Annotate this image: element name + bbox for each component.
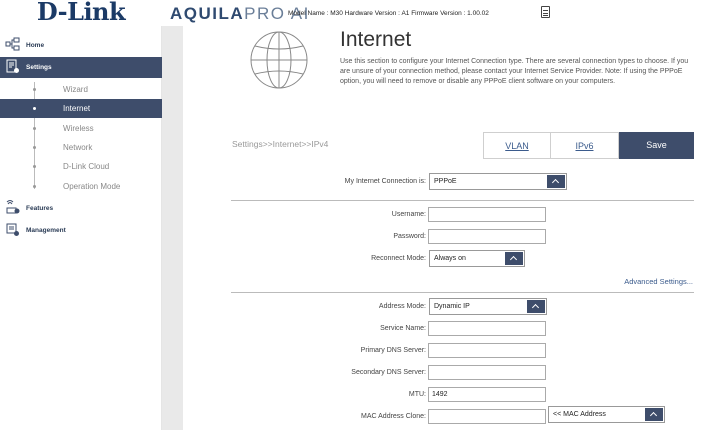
password-label: Password: (393, 233, 426, 240)
nav-home[interactable]: Home (0, 35, 162, 56)
ipv6-button[interactable]: IPv6 (551, 132, 619, 159)
document-icon[interactable] (541, 6, 550, 18)
nav-features-label: Features (26, 205, 54, 212)
bullet-icon (33, 146, 36, 149)
mtu-input[interactable]: 1492 (428, 387, 546, 402)
globe-icon (250, 31, 308, 89)
nav-dlink-cloud[interactable]: D-Link Cloud (0, 157, 162, 176)
nav-dlink-cloud-label: D-Link Cloud (63, 162, 110, 171)
address-mode-value: Dynamic IP (434, 303, 470, 310)
nav-wizard-label: Wizard (63, 85, 88, 94)
nav-settings-label: Settings (26, 64, 52, 71)
nav-wizard[interactable]: Wizard (0, 80, 162, 99)
chevron-up-icon (527, 300, 545, 313)
settings-icon (6, 59, 19, 73)
secondary-dns-label: Secondary DNS Server: (351, 369, 426, 376)
nav-internet[interactable]: Internet (0, 99, 162, 118)
nav-wireless[interactable]: Wireless (0, 119, 162, 138)
features-icon (6, 200, 20, 214)
username-label: Username: (391, 211, 426, 218)
save-button[interactable]: Save (619, 132, 694, 159)
chevron-up-icon (547, 175, 565, 188)
service-name-input[interactable] (428, 321, 546, 336)
bullet-icon (33, 107, 36, 110)
mac-clone-label: MAC Address Clone: (361, 413, 426, 420)
bullet-icon (33, 165, 36, 168)
connection-type-select[interactable]: PPPoE (429, 173, 567, 190)
page-title: Internet (340, 28, 412, 51)
mac-clone-input[interactable] (428, 409, 546, 424)
address-mode-select[interactable]: Dynamic IP (429, 298, 547, 315)
service-name-label: Service Name: (380, 325, 426, 332)
nav-management-label: Management (26, 227, 66, 234)
secondary-dns-input[interactable] (428, 365, 546, 380)
vlan-button[interactable]: VLAN (483, 132, 551, 159)
top-bar: D-Link AQUILAPRO AI Model Name : M30 Har… (0, 0, 701, 26)
mac-address-select-value: << MAC Address (553, 411, 606, 418)
nav-features[interactable]: Features (0, 198, 162, 219)
sidebar: Home Settings Wizard Internet Wireless N… (0, 26, 162, 430)
brand-bold: AQUILA (170, 4, 245, 23)
bullet-icon (33, 88, 36, 91)
connection-type-label: My Internet Connection is: (344, 178, 426, 185)
reconnect-mode-value: Always on (434, 255, 466, 262)
primary-dns-label: Primary DNS Server: (360, 347, 426, 354)
password-input[interactable] (428, 229, 546, 244)
nav-operation-mode-label: Operation Mode (63, 182, 121, 191)
nav-network-label: Network (63, 143, 93, 152)
chevron-up-icon (645, 408, 663, 421)
advanced-settings-link[interactable]: Advanced Settings... (624, 277, 693, 286)
nav-wireless-label: Wireless (63, 124, 94, 133)
breadcrumb: Settings>>Internet>>IPv4 (232, 139, 329, 149)
main-content: Internet Use this section to configure y… (183, 26, 701, 430)
nav-home-label: Home (26, 42, 45, 49)
management-icon (6, 223, 19, 236)
connection-type-value: PPPoE (434, 178, 457, 185)
username-input[interactable] (428, 207, 546, 222)
divider (231, 292, 694, 293)
nav-management[interactable]: Management (0, 220, 162, 241)
chevron-up-icon (505, 252, 523, 265)
divider (231, 200, 694, 201)
reconnect-mode-select[interactable]: Always on (429, 250, 525, 267)
nav-settings[interactable]: Settings (0, 57, 162, 78)
primary-dns-input[interactable] (428, 343, 546, 358)
reconnect-mode-label: Reconnect Mode: (371, 255, 426, 262)
mac-address-select[interactable]: << MAC Address (548, 406, 665, 423)
dlink-logo: D-Link (0, 0, 162, 26)
content-margin-band (162, 26, 183, 430)
address-mode-label: Address Mode: (378, 303, 426, 310)
nav-internet-label: Internet (63, 104, 91, 113)
nav-network[interactable]: Network (0, 138, 162, 157)
mtu-label: MTU: (408, 391, 426, 398)
nav-operation-mode[interactable]: Operation Mode (0, 177, 162, 196)
bullet-icon (33, 185, 36, 188)
home-network-icon (5, 37, 20, 51)
page-description: Use this section to configure your Inter… (340, 58, 689, 85)
bullet-icon (33, 127, 36, 130)
model-info: Model Name : M30 Hardware Version : A1 F… (288, 10, 489, 17)
